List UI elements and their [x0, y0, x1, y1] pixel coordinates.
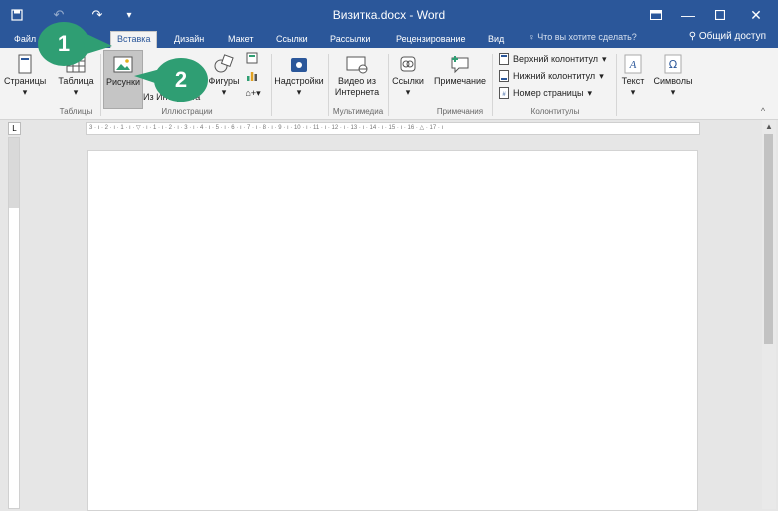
screenshot-button[interactable]: ⌂+▾: [240, 88, 266, 99]
tell-me-box[interactable]: ♀ Что вы хотите сделать?: [528, 32, 637, 42]
tab-file[interactable]: Файл: [14, 32, 36, 48]
video-label-2: Интернета: [334, 87, 380, 97]
header-icon: [499, 53, 509, 65]
smartart-button[interactable]: [244, 52, 260, 67]
tab-references[interactable]: Ссылки: [276, 32, 308, 48]
ruler-margin: [9, 138, 19, 208]
separator: [616, 54, 617, 116]
ribbon-display-icon[interactable]: [638, 0, 674, 30]
person-icon: ⚲: [688, 31, 697, 42]
maximize-icon[interactable]: [702, 0, 738, 30]
shapes-button[interactable]: Фигуры ▾: [206, 54, 242, 98]
text-button[interactable]: A Текст ▾: [618, 54, 648, 98]
tell-me-text: Что вы хотите сделать?: [537, 32, 637, 42]
separator: [492, 54, 493, 116]
lightbulb-icon: ♀: [528, 32, 535, 42]
ribbon: Страницы▾ Таблица▾ Таблицы Рисунки Из Ин…: [0, 48, 778, 120]
store-icon: [291, 58, 307, 72]
collapse-ribbon-icon[interactable]: ^: [756, 106, 770, 117]
separator: [388, 54, 389, 116]
chart-button[interactable]: [244, 70, 260, 85]
title-bar: ↶ ↷ ▾ Визитка.docx - Word — ✕: [0, 0, 778, 30]
tab-view[interactable]: Вид: [488, 32, 504, 48]
text-box-icon: A: [624, 54, 642, 74]
share-label: Общий доступ: [698, 31, 766, 42]
scroll-thumb[interactable]: [764, 134, 773, 344]
group-illustrations: Иллюстрации: [161, 107, 213, 116]
header-label: Верхний колонтитул: [513, 54, 599, 64]
shapes-icon: [214, 54, 234, 73]
footer-icon: [499, 70, 509, 82]
table-label: Таблица: [58, 76, 94, 86]
tab-mailings[interactable]: Рассылки: [330, 32, 370, 48]
comment-icon: [451, 56, 469, 74]
ribbon-tabs: Файл Вставка Дизайн Макет Ссылки Рассылк…: [0, 30, 778, 49]
callout-1-number: 1: [57, 31, 71, 56]
comment-label: Примечание: [433, 76, 487, 86]
online-video-button[interactable]: Видео из Интернета: [330, 54, 384, 98]
shapes-label: Фигуры: [208, 76, 240, 86]
omega-icon: Ω: [664, 54, 682, 74]
symbols-button[interactable]: Ω Символы ▾: [650, 54, 696, 98]
symbols-label: Символы: [653, 76, 693, 86]
pages-button[interactable]: Страницы ▾: [4, 54, 46, 98]
separator: [328, 54, 329, 116]
page-number-button[interactable]: # Номер страницы ▾: [499, 87, 592, 99]
group-tables: Таблицы: [59, 107, 93, 116]
picture-icon: [113, 56, 133, 73]
tab-insert[interactable]: Вставка: [110, 31, 158, 49]
separator: [271, 54, 272, 116]
vertical-ruler[interactable]: [8, 137, 20, 509]
chart-icon: [247, 72, 257, 81]
video-icon: [346, 56, 368, 74]
link-icon: [400, 56, 416, 72]
screenshot-icon: ⌂+▾: [245, 88, 261, 98]
callout-1-pointer: [82, 32, 112, 54]
callout-2-pointer: [134, 68, 164, 86]
svg-text:Ω: Ω: [669, 58, 677, 71]
scroll-up-icon[interactable]: ▲: [765, 122, 773, 131]
ruler-scale: 3 · ı · 2 · ı · 1 · ı · ▽ · ı · 1 · ı · …: [89, 125, 444, 131]
minimize-icon[interactable]: —: [670, 0, 706, 30]
video-label-1: Видео из: [338, 76, 376, 86]
links-label: Ссылки: [392, 76, 424, 86]
tab-layout[interactable]: Макет: [228, 32, 253, 48]
tab-review[interactable]: Рецензирование: [396, 32, 466, 48]
footer-label: Нижний колонтитул: [513, 71, 596, 81]
links-button[interactable]: Ссылки ▾: [390, 54, 426, 98]
horizontal-ruler[interactable]: 3 · ı · 2 · ı · 1 · ı · ▽ · ı · 1 · ı · …: [86, 122, 700, 135]
addins-button[interactable]: Надстройки ▾: [273, 54, 325, 98]
group-comments: Примечания: [436, 107, 484, 116]
tab-design[interactable]: Дизайн: [174, 32, 204, 48]
tab-selector-icon[interactable]: L: [8, 122, 21, 135]
svg-text:A: A: [629, 59, 637, 71]
group-headers: Колонтитулы: [530, 107, 580, 116]
separator: [100, 54, 101, 116]
share-button[interactable]: ⚲ Общий доступ: [689, 31, 766, 42]
close-icon[interactable]: ✕: [738, 0, 774, 30]
callout-2-number: 2: [174, 67, 188, 92]
vertical-scrollbar[interactable]: ▲: [762, 120, 776, 509]
ruler-area: L 3 · ı · 2 · ı · 1 · ı · ▽ · ı · 1 · ı …: [0, 120, 778, 136]
page-number-label: Номер страницы: [513, 88, 584, 98]
pages-label: Страницы: [4, 76, 47, 86]
pages-icon: [18, 54, 32, 74]
header-button[interactable]: Верхний колонтитул ▾: [499, 53, 607, 65]
addins-label: Надстройки: [274, 76, 324, 86]
document-page[interactable]: [87, 150, 698, 511]
page-number-icon: #: [499, 87, 509, 99]
footer-button[interactable]: Нижний колонтитул ▾: [499, 70, 604, 82]
group-media: Мультимедиа: [332, 107, 384, 116]
text-label: Текст: [621, 76, 645, 86]
smartart-icon: [246, 52, 258, 64]
comment-button[interactable]: Примечание: [430, 54, 490, 87]
